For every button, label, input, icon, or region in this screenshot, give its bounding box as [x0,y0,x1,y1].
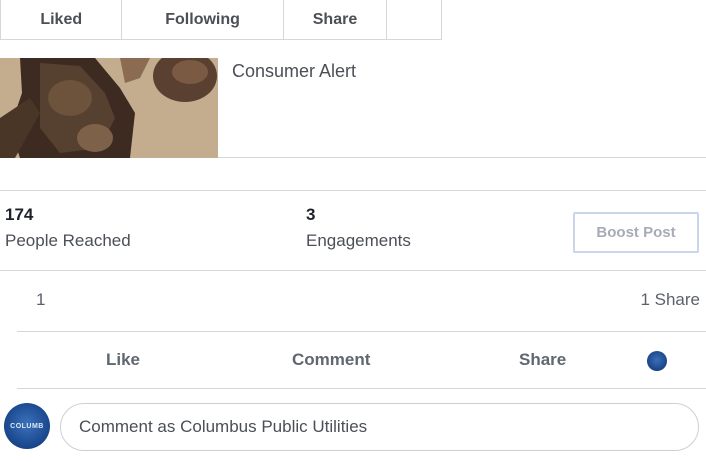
divider [0,270,706,271]
liked-button[interactable]: Liked [1,0,123,39]
engagements-count: 3 [306,205,316,224]
comment-button[interactable]: Comment [292,332,370,388]
share-button[interactable]: Share [519,332,566,388]
people-reached-count: 174 [5,205,34,224]
link-preview-title[interactable]: Consumer Alert [232,61,356,82]
engagements-label: Engagements [306,231,411,250]
avatar-logo-text: COLUMB [10,422,44,430]
reaction-count[interactable]: 1 [36,290,45,310]
people-reached-stat: 174 People Reached [5,205,131,251]
comment-input-placeholder: Comment as Columbus Public Utilities [79,417,368,436]
page-action-bar: Liked Following Share [0,0,442,40]
share-count[interactable]: 1 Share [640,290,700,310]
justice-statue-image [0,58,218,158]
page-avatar-selector[interactable] [647,351,667,371]
engagements-stat: 3 Engagements [306,205,411,251]
avatar[interactable]: COLUMB [4,403,50,449]
people-reached-label: People Reached [5,231,131,250]
boost-post-button[interactable]: Boost Post [573,212,699,253]
like-button[interactable]: Like [106,332,140,388]
link-preview-image [0,58,218,158]
following-button[interactable]: Following [122,0,284,39]
link-preview-card[interactable]: Consumer Alert [0,58,706,158]
divider [0,190,706,191]
comment-input[interactable]: Comment as Columbus Public Utilities [60,403,699,451]
more-options-button[interactable] [387,0,441,39]
post-action-bar: Like Comment Share [17,331,706,389]
share-page-button[interactable]: Share [284,0,388,39]
